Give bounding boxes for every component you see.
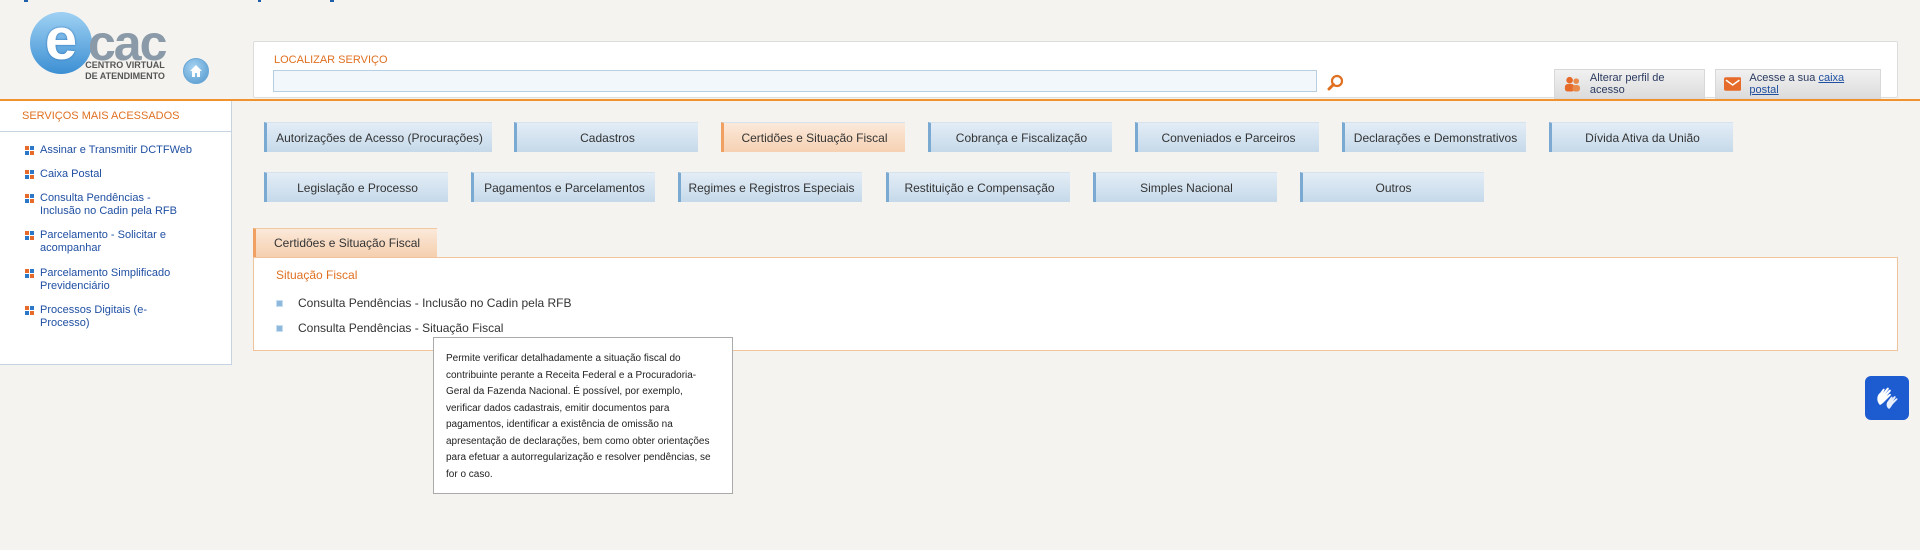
sidebar-item-label: Consulta Pendências - Inclusão no Cadin … <box>40 192 177 217</box>
tab-cobranca[interactable]: Cobrança e Fiscalização <box>928 122 1112 152</box>
logo-subtitle-line1: CENTRO VIRTUAL <box>85 60 165 70</box>
change-profile-label: Alterar perfil de acesso <box>1589 72 1665 96</box>
tab-simples-nacional[interactable]: Simples Nacional <box>1093 172 1277 202</box>
tab-outros[interactable]: Outros <box>1300 172 1484 202</box>
sidebar-item-dctfweb[interactable]: Assinar e Transmitir DCTFWeb <box>25 144 225 157</box>
tab-divida-ativa[interactable]: Dívida Ativa da União <box>1549 122 1733 152</box>
sidebar-item-caixa-postal[interactable]: Caixa Postal <box>25 168 225 181</box>
panel-tab-certidoes[interactable]: Certidões e Situação Fiscal <box>253 228 437 257</box>
sidebar-item-cadin[interactable]: Consulta Pendências - Inclusão no Cadin … <box>25 192 185 218</box>
sidebar-item-parcelamento[interactable]: Parcelamento - Solicitar e acompanhar <box>25 229 185 255</box>
tab-label: Declarações e Demonstrativos <box>1353 130 1518 145</box>
bullet-icon <box>276 324 283 332</box>
grid-bullet-icon <box>25 269 34 278</box>
tab-label: Cadastros <box>580 130 635 145</box>
tab-label: Simples Nacional <box>1140 180 1233 195</box>
tab-certidoes[interactable]: Certidões e Situação Fiscal <box>721 122 905 152</box>
tab-conveniados[interactable]: Conveniados e Parceiros <box>1135 122 1319 152</box>
users-icon <box>1564 76 1580 92</box>
sidebar-title: SERVIÇOS MAIS ACESSADOS <box>22 110 180 122</box>
top-strip <box>0 0 1920 3</box>
tab-label: Outros <box>1375 180 1412 195</box>
sidebar-item-e-processo[interactable]: Processos Digitais (e-Processo) <box>25 304 175 330</box>
sidebar-item-label: Parcelamento Simplificado Previdenciário <box>40 267 171 292</box>
tab-restituicao[interactable]: Restituição e Compensação <box>886 172 1070 202</box>
sidebar-divider <box>0 131 232 132</box>
sidebar-item-parcelamento-simplificado[interactable]: Parcelamento Simplificado Previdenciário <box>25 267 185 293</box>
tab-declaracoes[interactable]: Declarações e Demonstrativos <box>1342 122 1526 152</box>
service-item-label: Consulta Pendências - Situação Fiscal <box>298 321 504 335</box>
tab-label: Cobrança e Fiscalização <box>955 130 1088 145</box>
tab-pagamentos[interactable]: Pagamentos e Parcelamentos <box>471 172 655 202</box>
search-input[interactable] <box>273 70 1317 92</box>
service-item-situacao-fiscal[interactable]: Consulta Pendências - Situação Fiscal <box>276 321 503 335</box>
tab-label: Conveniados e Parceiros <box>1161 130 1296 145</box>
tab-label: Dívida Ativa da União <box>1585 130 1700 145</box>
home-button[interactable] <box>183 58 209 84</box>
search-icon[interactable] <box>1327 74 1345 92</box>
tab-label: Legislação e Processo <box>297 180 418 195</box>
section-title: Situação Fiscal <box>276 268 358 282</box>
mailbox-label: Acesse a sua caixa postal <box>1749 72 1872 96</box>
grid-bullet-icon <box>25 170 34 179</box>
home-icon <box>190 65 202 77</box>
logo-subtitle-line2: DE ATENDIMENTO <box>85 71 165 81</box>
sidebar-item-label: Caixa Postal <box>40 168 102 180</box>
tab-legislacao[interactable]: Legislação e Processo <box>264 172 448 202</box>
sign-language-hands-icon <box>1877 387 1898 409</box>
grid-bullet-icon <box>25 306 34 315</box>
sidebar-item-label: Processos Digitais (e-Processo) <box>40 304 147 329</box>
grid-bullet-icon <box>25 194 34 203</box>
mailbox-prefix: Acesse a sua <box>1749 72 1819 84</box>
tab-label: Autorizações de Acesso (Procurações) <box>276 130 483 145</box>
tab-cadastros[interactable]: Cadastros <box>514 122 698 152</box>
service-tooltip: Permite verificar detalhadamente a situa… <box>433 337 733 494</box>
service-item-label: Consulta Pendências - Inclusão no Cadin … <box>298 296 572 310</box>
panel-tab-label: Certidões e Situação Fiscal <box>274 236 421 250</box>
logo-subtitle: CENTRO VIRTUAL DE ATENDIMENTO <box>80 60 170 82</box>
tab-label: Certidões e Situação Fiscal <box>741 130 888 145</box>
service-item-cadin[interactable]: Consulta Pendências - Inclusão no Cadin … <box>276 296 572 310</box>
grid-bullet-icon <box>25 231 34 240</box>
ecac-logo[interactable]: e cac CENTRO VIRTUAL DE ATENDIMENTO <box>30 11 175 86</box>
tab-label: Regimes e Registros Especiais <box>688 180 855 195</box>
sign-language-widget-button[interactable] <box>1865 376 1909 420</box>
tab-autorizacoes[interactable]: Autorizações de Acesso (Procurações) <box>264 122 492 152</box>
bullet-icon <box>276 299 283 307</box>
search-label: LOCALIZAR SERVIÇO <box>274 54 388 66</box>
sidebar-item-label: Assinar e Transmitir DCTFWeb <box>40 144 192 156</box>
tab-regimes[interactable]: Regimes e Registros Especiais <box>678 172 862 202</box>
change-profile-button[interactable]: Alterar perfil de acesso <box>1554 69 1705 99</box>
sidebar-item-label: Parcelamento - Solicitar e acompanhar <box>40 229 166 254</box>
grid-bullet-icon <box>25 146 34 155</box>
tab-label: Pagamentos e Parcelamentos <box>484 180 645 195</box>
header-divider <box>0 99 1920 101</box>
tab-label: Restituição e Compensação <box>904 180 1055 195</box>
envelope-icon <box>1724 77 1742 91</box>
mailbox-button[interactable]: Acesse a sua caixa postal <box>1715 69 1881 99</box>
